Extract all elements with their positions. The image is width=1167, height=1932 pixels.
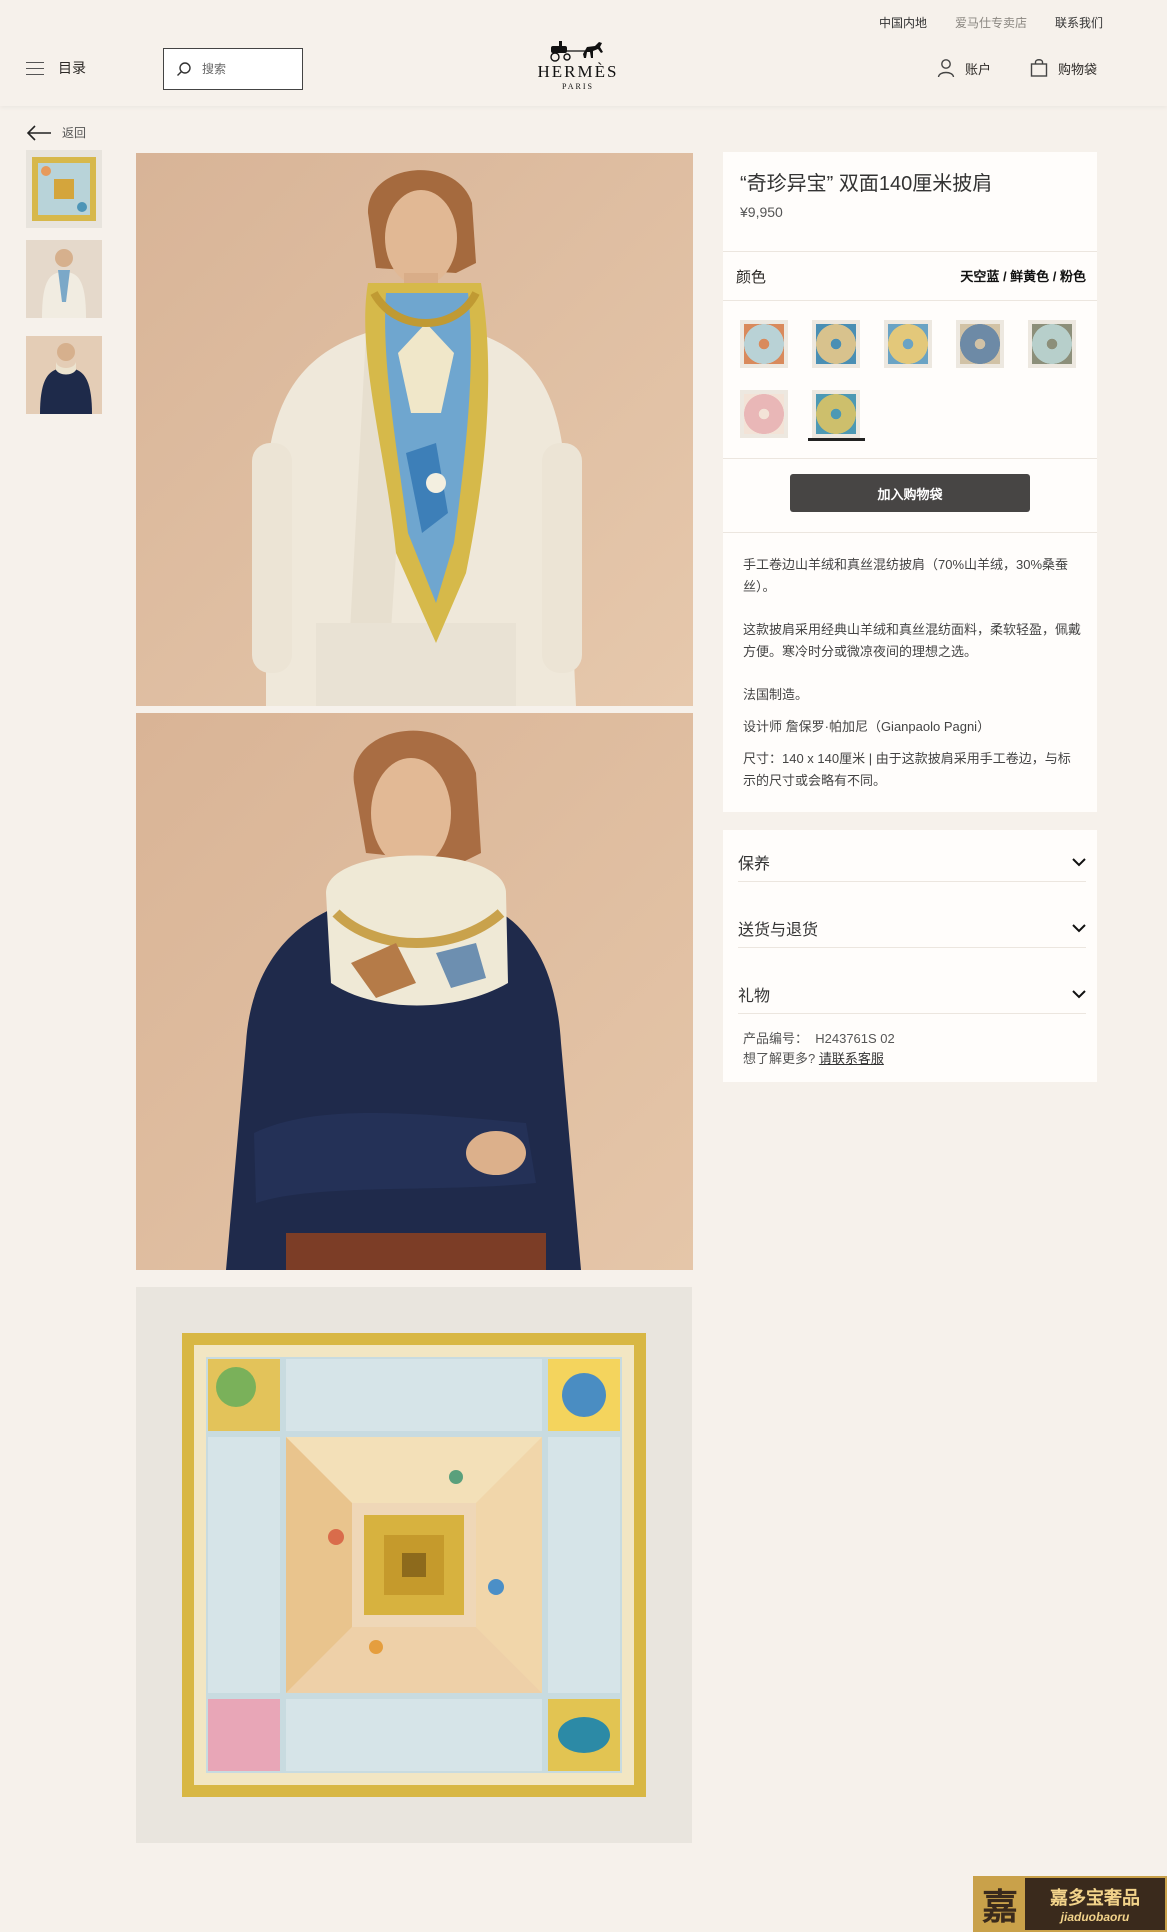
thumbnail-model-sweater[interactable] [26,336,102,414]
search-box[interactable] [163,48,303,90]
designer-text: 设计师 詹保罗·帕加尼（Gianpaolo Pagni） [743,719,991,734]
contact-service-link[interactable]: 请联系客服 [819,1051,884,1066]
description-paragraph: 这款披肩采用经典山羊绒和真丝混纺面料，柔软轻盈，佩戴方便。寒冷时分或微凉夜间的理… [743,622,1082,659]
product-image-sweater [136,713,693,1270]
swatch-thumbnail [1032,324,1072,364]
menu-label: 目录 [58,60,86,76]
thumbnail-scarf[interactable] [26,150,102,228]
brand-logo[interactable]: HERMÈS PARIS [530,40,626,92]
search-icon [177,62,191,76]
more-info-label: 想了解更多? [743,1051,816,1066]
color-swatch[interactable] [812,320,860,368]
reference-label: 产品编号： [743,1031,809,1046]
divider [723,251,1097,252]
accordion-label: 保养 [738,855,771,873]
divider [723,458,1097,459]
made-in-text: 法国制造。 [743,687,809,702]
info-accordion: 保养 送货与退货 礼物 产品编号： H243761S 02 想了解更多? 请联系… [723,830,1097,1082]
color-label: 颜色 [736,269,767,286]
utility-link-stores[interactable]: 爱马仕专卖店 [955,14,1027,31]
site-header: 中国内地 爱马仕专卖店 联系我们 目录 HERMÈS PARIS [0,0,1167,106]
divider [723,532,1097,533]
color-swatch[interactable] [956,320,1004,368]
color-swatch[interactable] [740,390,788,438]
user-icon [937,59,955,78]
bag-label: 购物袋 [1058,61,1098,77]
carriage-logo-icon [550,41,603,62]
color-swatch-selected[interactable] [812,390,860,438]
color-swatch[interactable] [884,320,932,368]
product-image-jacket [136,153,693,706]
bag-link[interactable]: 购物袋 [1030,58,1097,78]
accordion-label: 礼物 [738,987,771,1005]
swatch-thumbnail [816,394,856,434]
accordion-shipping[interactable]: 送货与退货 [738,908,1086,948]
search-input[interactable] [202,62,282,76]
swatch-thumbnail [744,324,784,364]
add-to-bag-button[interactable]: 加入购物袋 [790,474,1030,512]
back-label: 返回 [62,126,87,140]
product-reference: 产品编号： H243761S 02 [743,1028,895,1047]
watermark-url: jiaduobaoru [1060,1910,1130,1924]
reference-value: H243761S 02 [815,1031,895,1046]
product-image-scarf-flat [136,1287,692,1843]
logo-subtitle: PARIS [562,82,594,91]
contact-row: 想了解更多? 请联系客服 [743,1048,884,1067]
thumbnail-model-jacket[interactable] [26,240,102,318]
utility-nav: 中国内地 爱马仕专卖店 联系我们 [879,14,1103,31]
swatch-thumbnail [744,394,784,434]
accordion-gift[interactable]: 礼物 [738,974,1086,1014]
swatch-thumbnail [888,324,928,364]
color-swatch[interactable] [1028,320,1076,368]
watermark-seal: 嘉 [975,1878,1025,1930]
account-link[interactable]: 账户 [937,58,991,78]
description-paragraph: 手工卷边山羊绒和真丝混纺披肩（70%山羊绒，30%桑蚕丝）。 [743,557,1069,594]
swatch-thumbnail [816,324,856,364]
accordion-label: 送货与退货 [738,921,819,939]
chevron-down-icon [1072,857,1086,866]
utility-link-contact[interactable]: 联系我们 [1055,14,1103,31]
chevron-down-icon [1072,989,1086,998]
color-value: 天空蓝 / 鲜黄色 / 粉色 [960,269,1086,284]
divider [723,300,1097,301]
color-row: 颜色 天空蓝 / 鲜黄色 / 粉色 [736,266,1086,287]
hamburger-icon [26,61,44,75]
arrow-left-icon [26,124,51,141]
watermark-name: 嘉多宝奢品 [1050,1888,1140,1909]
product-title: “奇珍异宝” 双面140厘米披肩 [740,173,993,195]
menu-button[interactable]: 目录 [26,58,86,78]
selected-swatch-indicator [808,438,865,441]
product-panel: “奇珍异宝” 双面140厘米披肩 ¥9,950 颜色 天空蓝 / 鲜黄色 / 粉… [723,152,1097,812]
utility-link-region[interactable]: 中国内地 [879,14,927,31]
shopping-bag-icon [1030,59,1048,77]
product-price: ¥9,950 [740,204,783,220]
swatch-thumbnail [960,324,1000,364]
chevron-down-icon [1072,923,1086,932]
accordion-care[interactable]: 保养 [738,842,1086,882]
dimensions-text: 尺寸：140 x 140厘米 | 由于这款披肩采用手工卷边，与标示的尺寸或会略有… [743,751,1071,788]
color-swatch[interactable] [740,320,788,368]
account-label: 账户 [965,61,992,77]
watermark-logo: 嘉 嘉多宝奢品 jiaduobaoru [973,1876,1167,1932]
logo-wordmark: HERMÈS [537,62,619,81]
back-link[interactable]: 返回 [26,124,86,141]
